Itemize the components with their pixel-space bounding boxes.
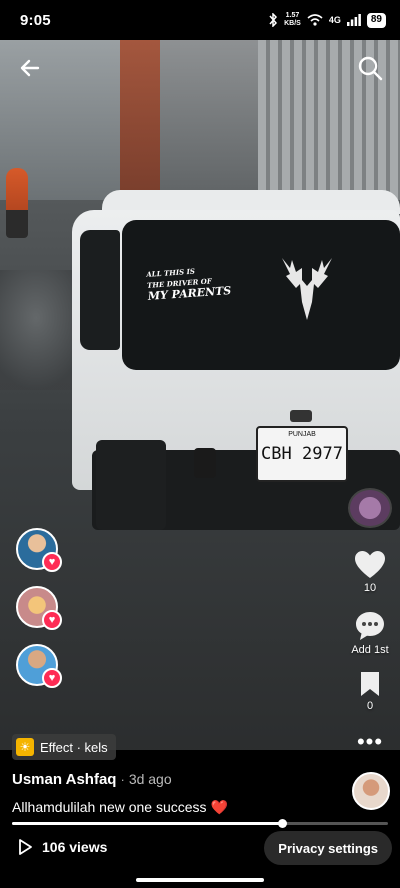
heart-emoji-icon: ❤️	[210, 799, 228, 815]
network-speed: 1.57 KB/S	[284, 12, 301, 28]
video-scene-person	[6, 168, 28, 238]
status-icons: 1.57 KB/S 4G 89	[268, 12, 386, 28]
comment-button[interactable]: Add 1st	[348, 610, 392, 656]
home-indicator[interactable]	[136, 878, 264, 882]
video-player[interactable]: ALL THIS IS THE DRIVER OF MY PARENTS PUN…	[0, 40, 400, 750]
video-progress-bar[interactable]	[12, 819, 388, 828]
save-button[interactable]: 0	[348, 670, 392, 712]
network-type: 4G	[328, 15, 341, 25]
car-hatch-handle	[194, 448, 216, 478]
signal-icon	[346, 14, 361, 26]
plate-header: PUNJAB	[288, 431, 316, 438]
caption: Allhamdulilah new one success ❤️	[12, 799, 228, 816]
status-bar: 9:05 1.57 KB/S 4G 89	[0, 0, 400, 40]
privacy-settings-button[interactable]: Privacy settings	[264, 831, 392, 865]
bluetooth-icon	[269, 13, 278, 27]
caption-text: Allhamdulilah new one success	[12, 799, 207, 815]
meta-separator: ·	[120, 772, 125, 787]
network-speed-value: 1.57	[285, 12, 300, 19]
like-count: 10	[363, 582, 377, 594]
comment-label: Add 1st	[351, 644, 389, 656]
more-options-button[interactable]: •••	[348, 731, 392, 753]
car-side-window	[80, 230, 120, 350]
back-button[interactable]	[14, 52, 46, 84]
heart-icon	[355, 551, 385, 578]
save-count: 0	[366, 700, 374, 712]
video-progress-fill	[12, 822, 282, 825]
liker-avatar-1[interactable]: ♥	[16, 528, 62, 572]
heart-badge-icon: ♥	[42, 610, 62, 630]
author-avatar[interactable]	[352, 772, 390, 810]
effect-label: Effect · kels	[40, 739, 108, 755]
comment-icon	[356, 612, 384, 640]
post-meta: Usman Ashfaq · 3d ago	[12, 771, 172, 788]
more-icon: •••	[356, 729, 384, 754]
license-plate: PUNJAB CBH 2977	[256, 426, 348, 482]
network-speed-unit: KB/S	[284, 20, 301, 27]
battery-icon: 89	[366, 12, 386, 28]
play-icon	[19, 839, 32, 855]
liker-avatar-2[interactable]: ♥	[16, 586, 62, 630]
car-taillight	[96, 440, 166, 530]
plate-number: CBH 2977	[261, 444, 343, 464]
like-button[interactable]: 10	[348, 550, 392, 594]
effect-chip[interactable]: ☀ Effect · kels	[12, 734, 116, 760]
search-icon	[358, 56, 383, 81]
video-scene-wall	[160, 40, 270, 200]
wifi-icon	[307, 14, 323, 26]
posted-time: 3d ago	[128, 771, 172, 787]
views-button[interactable]: 106 views	[16, 838, 107, 856]
views-count: 106 views	[42, 839, 108, 855]
window-sticker-text: ALL THIS IS THE DRIVER OF MY PARENTS	[146, 263, 232, 303]
deer-head-sticker-icon	[282, 258, 332, 320]
video-progress-knob[interactable]	[277, 819, 287, 828]
liker-avatar-3[interactable]: ♥	[16, 644, 62, 688]
bookmark-icon	[361, 672, 379, 696]
effect-sun-icon: ☀	[16, 738, 34, 756]
username[interactable]: Usman Ashfaq	[12, 771, 116, 788]
sound-thumbnail[interactable]	[348, 488, 392, 528]
search-button[interactable]	[354, 52, 386, 84]
status-time: 9:05	[20, 11, 51, 29]
arrow-left-icon	[20, 59, 40, 77]
car-emblem	[290, 410, 312, 422]
heart-badge-icon: ♥	[42, 668, 62, 688]
heart-badge-icon: ♥	[42, 552, 62, 572]
